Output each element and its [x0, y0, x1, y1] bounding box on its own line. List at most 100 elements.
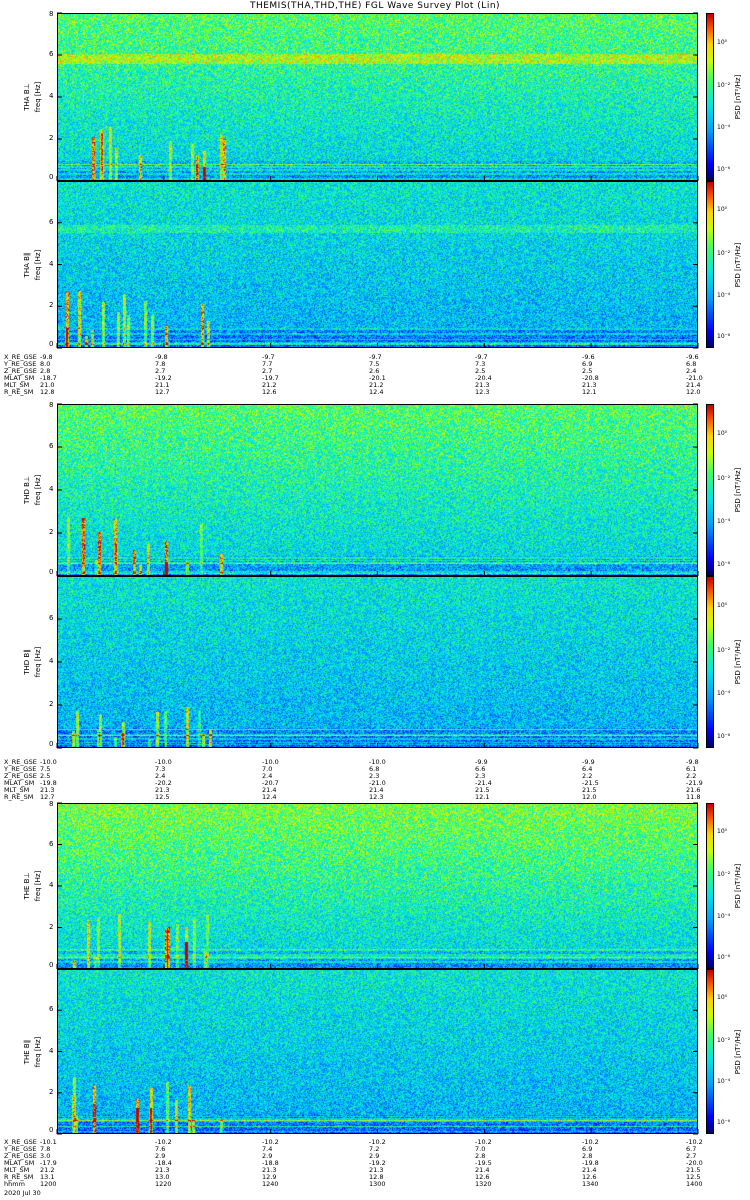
ytick-label: 6: [49, 614, 54, 622]
ephemeris-value: 1300: [369, 1180, 386, 1188]
ephemeris-value: 1220: [155, 1180, 172, 1188]
colorbar-tick: 10⁻⁶: [717, 560, 731, 568]
colorbar-tick: 10⁻²: [717, 1036, 731, 1044]
ytick-label: 0: [49, 961, 54, 969]
colorbar-label: PSD [nT²/Hz]: [734, 863, 742, 909]
colorbar-label: PSD [nT²/Hz]: [734, 242, 742, 287]
ytick-label: 2: [49, 528, 54, 536]
colorbar-tick: 10⁻⁴: [717, 124, 731, 132]
ephemeris-value: 12.3: [475, 388, 490, 396]
ytick-label: 2: [49, 922, 54, 931]
ylabel-station: THE B∥: [23, 1039, 31, 1064]
colorbar-4: [706, 576, 714, 748]
ytick-label: 6: [49, 217, 54, 226]
ytick-label: 0: [49, 340, 54, 348]
ylabel-freq: freq [Hz]: [34, 870, 42, 902]
ytick-label: 8: [49, 800, 54, 808]
ephemeris-row: hhmm 1200 1220 1240 1300 1320 1340 1400: [0, 1181, 750, 1188]
ephemeris-value: 12.4: [369, 388, 384, 396]
ylabel-station: THD B∥: [23, 649, 31, 675]
colorbar-6: [706, 969, 714, 1134]
colorbar-tick: 10⁻⁶: [717, 954, 731, 962]
ephemeris-value: 12.8: [40, 388, 55, 396]
ephemeris-value: 1200: [40, 1180, 57, 1188]
ytick-label: 4: [49, 259, 54, 268]
ylabel-freq: freq [Hz]: [34, 1036, 42, 1067]
colorbar-1: [706, 13, 714, 181]
spectrogram-4: [57, 576, 698, 748]
colorbar-label: PSD [nT²/Hz]: [734, 74, 742, 120]
ytick-label: 6: [49, 839, 54, 848]
colorbar-label: PSD [nT²/Hz]: [734, 467, 742, 513]
ephemeris-value: 12.1: [475, 793, 490, 801]
colorbar-tick: 10⁰: [717, 206, 728, 214]
colorbar-tick: 10⁰: [717, 430, 728, 438]
ephemeris-value: 1320: [475, 1180, 492, 1188]
spectrogram-5: [57, 803, 698, 969]
ytick-label: 4: [49, 1046, 54, 1055]
ephemeris-value: 1240: [262, 1180, 279, 1188]
ylabel-station: THA B⊥: [23, 83, 31, 111]
ephemeris-value: 12.6: [262, 388, 277, 396]
colorbar-tick: 10⁰: [717, 38, 728, 46]
colorbar-tick: 10⁻⁶: [717, 732, 731, 740]
ephemeris-value: 1340: [582, 1180, 599, 1188]
ephemeris-label: R_RE_SM: [4, 793, 34, 801]
ephemeris-value: 12.3: [369, 793, 384, 801]
ytick-label: 6: [49, 1005, 54, 1014]
colorbar-tick: 10⁻²: [717, 646, 731, 654]
colorbar-tick: 10⁻⁴: [717, 517, 731, 525]
colorbar-2: [706, 181, 714, 348]
ephemeris-value: 12.4: [262, 793, 277, 801]
colorbar-tick: 10⁻²: [717, 249, 731, 257]
ephemeris-value: 12.7: [40, 793, 55, 801]
colorbar-tick: 10⁰: [717, 828, 728, 836]
colorbar-tick: 10⁻⁶: [717, 166, 731, 174]
spectrogram-2: [57, 181, 698, 348]
colorbar-3: [706, 404, 714, 576]
spectrogram-3: [57, 404, 698, 576]
colorbar-5: [706, 803, 714, 969]
ephemeris-value: 12.7: [155, 388, 170, 396]
ephemeris-label: R_RE_SM: [4, 388, 34, 396]
ylabel-station: THD B⊥: [23, 475, 31, 505]
ytick-label: 8: [49, 401, 54, 409]
ytick-label: 4: [49, 881, 54, 889]
ytick-label: 4: [49, 485, 54, 493]
colorbar-tick: 10⁻⁶: [717, 333, 731, 341]
ytick-label: 4: [49, 92, 54, 100]
ytick-label: 0: [49, 568, 54, 576]
ylabel-freq: freq [Hz]: [34, 249, 42, 280]
page-title: THEMIS(THA,THD,THE) FGL Wave Survey Plot…: [249, 1, 501, 11]
ytick-label: 0: [49, 740, 54, 748]
ytick-label: 0: [49, 173, 54, 181]
colorbar-tick: 10⁻⁶: [717, 1119, 731, 1127]
ytick-label: 0: [49, 1126, 54, 1134]
ylabel-station: THA B∥: [23, 252, 31, 277]
colorbar-tick: 10⁰: [717, 994, 728, 1002]
ylabel-freq: freq [Hz]: [34, 81, 42, 113]
colorbar-tick: 10⁻²: [717, 82, 731, 90]
colorbar-tick: 10⁰: [717, 602, 728, 610]
colorbar-tick: 10⁻⁴: [717, 912, 731, 920]
ytick-label: 8: [49, 10, 54, 18]
colorbar-tick: 10⁻²: [717, 474, 731, 482]
ytick-label: 6: [49, 50, 54, 58]
ytick-label: 4: [49, 657, 54, 665]
colorbar-label: PSD [nT²/Hz]: [734, 639, 742, 685]
date-label: 2020 Jul 30: [4, 1189, 41, 1197]
spectrogram-1: [57, 13, 698, 181]
ephemeris-value: 12.0: [686, 388, 701, 396]
ephemeris-row: R_RE_SM 12.8 12.7 12.6 12.4 12.3 12.1 12.0: [0, 389, 750, 396]
colorbar-tick: 10⁻²: [717, 871, 731, 879]
ytick-label: 2: [49, 1087, 54, 1096]
ylabel-freq: freq [Hz]: [34, 646, 42, 678]
ylabel-station: THE B⊥: [23, 872, 31, 900]
ephemeris-label: hhmm: [4, 1180, 25, 1188]
ylabel-freq: freq [Hz]: [34, 474, 42, 506]
ephemeris-row: R_RE_SM 12.7 12.5 12.4 12.3 12.1 12.0 11.8: [0, 794, 750, 801]
ephemeris-value: 1400: [686, 1180, 703, 1188]
ephemeris-value: 12.5: [155, 793, 170, 801]
ephemeris-value: 12.1: [582, 388, 597, 396]
colorbar-tick: 10⁻⁴: [717, 689, 731, 697]
